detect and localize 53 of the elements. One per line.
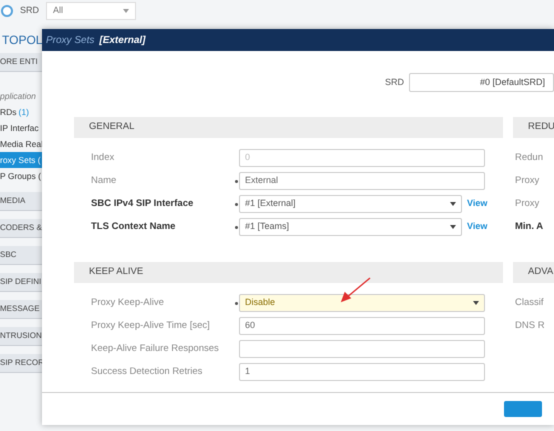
dialog-title: Proxy Sets xyxy=(46,34,94,48)
select-field[interactable]: #1 [External] xyxy=(239,195,462,213)
sidebar-item[interactable]: roxy Sets ( xyxy=(0,152,42,168)
sidebar-section[interactable]: SBC xyxy=(0,246,42,265)
input-field[interactable] xyxy=(239,340,485,358)
field-label: Index xyxy=(91,150,116,165)
field-label: DNS R xyxy=(515,318,546,333)
caret-icon xyxy=(123,9,130,13)
caret-icon xyxy=(473,301,479,305)
input-field[interactable]: 60 xyxy=(239,317,485,335)
sidebar-title: TOPOL xyxy=(1,32,42,49)
sidebar-item[interactable]: IP Interfac xyxy=(0,120,42,136)
field-label: Min. A xyxy=(515,220,544,234)
section-header: ADVA xyxy=(513,262,554,283)
field-label: Success Detection Retries xyxy=(91,364,204,379)
sidebar-section[interactable]: NTRUSION xyxy=(0,327,42,346)
srd-select[interactable]: #0 [DefaultSRD] xyxy=(409,73,554,92)
view-link[interactable]: View xyxy=(467,220,488,234)
caret-icon xyxy=(450,202,456,206)
field-label: TLS Context Name xyxy=(91,220,176,234)
field-label: Name xyxy=(91,174,118,188)
view-link[interactable]: View xyxy=(467,197,488,211)
section-header: KEEP ALIVE xyxy=(74,262,503,283)
section-header: GENERAL xyxy=(74,117,503,138)
input-field[interactable]: 1 xyxy=(239,363,485,381)
srd-label: SRD xyxy=(20,4,40,18)
field-label: Proxy Keep-Alive xyxy=(91,296,165,310)
select-field[interactable]: #1 [Teams] xyxy=(239,218,462,236)
sidebar-subheading: pplication xyxy=(0,90,37,103)
srd-label: SRD xyxy=(384,76,404,89)
field-label: Keep-Alive Failure Responses xyxy=(91,342,220,356)
arrow-drawing xyxy=(340,277,372,303)
sidebar-item[interactable]: RDs (1) xyxy=(0,104,42,120)
sidebar-section[interactable]: SIP DEFINI xyxy=(0,273,42,292)
sidebar-section[interactable]: ORE ENTI xyxy=(0,53,42,72)
input-field[interactable]: External xyxy=(239,172,485,190)
field-label: SBC IPv4 SIP Interface xyxy=(91,196,194,211)
field-label: Proxy Keep-Alive Time [sec] xyxy=(91,318,211,333)
sidebar-section[interactable]: MEDIA xyxy=(0,192,42,211)
field-label: Proxy xyxy=(515,174,540,188)
field-label: Redun xyxy=(515,150,544,165)
field-label: Proxy xyxy=(515,196,540,211)
action-button[interactable] xyxy=(504,401,542,417)
section-header: REDU xyxy=(513,117,554,138)
caret-icon xyxy=(450,225,456,229)
sidebar-section[interactable]: MESSAGE xyxy=(0,300,42,319)
dialog-subtitle: [External] xyxy=(99,34,146,48)
field-label: Classif xyxy=(515,296,545,310)
item-count: (1) xyxy=(18,106,29,118)
sidebar-section[interactable]: CODERS & xyxy=(0,219,42,238)
sidebar-item[interactable]: P Groups ( xyxy=(0,168,42,184)
srd-select[interactable]: All xyxy=(46,2,136,20)
select-field[interactable]: Disable xyxy=(239,294,485,312)
